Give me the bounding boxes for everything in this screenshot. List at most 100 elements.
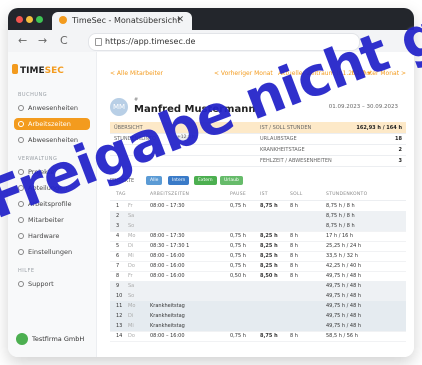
table-cell: 49,75 h / 48 h	[326, 283, 362, 289]
sidebar: TIMESEC BUCHUNG Anwesenheiten Arbeitszei…	[8, 52, 97, 357]
table-cell: 08:00 – 16:00	[150, 333, 185, 339]
table-row[interactable]: 14 Do 08:00 – 16:00 0,75 h 8,75 h 8 h 58,5 h /…	[110, 331, 406, 342]
table-cell: Krankheitstag	[150, 323, 185, 329]
table-cell: 7	[116, 263, 120, 269]
table-cell: Sa	[128, 213, 135, 219]
back-to-employees-link[interactable]: < Alle Mitarbeiter	[110, 70, 163, 77]
sidebar-item-mitarbeiter[interactable]: Mitarbeiter	[14, 214, 90, 226]
table-cell: 49,75 h / 48 h	[326, 303, 362, 309]
table-cell: 0,75 h	[230, 253, 246, 259]
table-cell: 0,75 h	[230, 333, 246, 339]
previous-month-link[interactable]: < Vorheriger Monat	[214, 70, 273, 77]
back-icon[interactable]: ←	[18, 34, 27, 47]
tab-bar: TimeSec - Monatsübersicht ✕	[8, 8, 414, 30]
filter-label: PROJEKTE	[110, 178, 135, 184]
table-cell: Mi	[128, 253, 134, 259]
summary-row: FEHLZEIT / ABWESENHEITEN 3	[110, 155, 406, 167]
main-content: < Alle Mitarbeiter < Vorheriger Monat Ak…	[96, 52, 414, 357]
table-cell: 3	[116, 223, 120, 229]
logo: TIMESEC	[20, 66, 64, 76]
section-label: BUCHUNG	[18, 92, 48, 98]
sidebar-item-arbeitszeiten[interactable]: Arbeitszeiten	[14, 118, 90, 130]
table-cell: 0,50 h	[230, 273, 246, 279]
gear-icon	[18, 249, 24, 255]
table-cell: 8 h	[290, 233, 298, 239]
table-cell: Krankheitstag	[150, 303, 185, 309]
company-name: Testfirma GmbH	[32, 335, 85, 343]
browser-tab[interactable]: TimeSec - Monatsübersicht ✕	[52, 12, 192, 30]
close-window-dot[interactable]	[16, 16, 23, 23]
sidebar-item-abteilungen[interactable]: Abteilungen	[14, 182, 90, 194]
table-cell: 10	[116, 293, 123, 299]
table-cell: So	[128, 293, 135, 299]
table-cell: Fr	[128, 203, 133, 209]
sidebar-item-projekte[interactable]: Projekte	[14, 166, 90, 178]
sidebar-item-anwesenheiten[interactable]: Anwesenheiten	[14, 102, 90, 114]
month-navigation: < Alle Mitarbeiter < Vorheriger Monat Ak…	[96, 70, 414, 80]
sidebar-item-abwesenheiten[interactable]: Abwesenheiten	[14, 134, 90, 146]
table-cell: 8 h	[290, 333, 298, 339]
sidebar-item-arbeitsprofile[interactable]: Arbeitsprofile	[14, 198, 90, 210]
filter-chip[interactable]: Alle	[146, 176, 163, 185]
table-cell: 08:00 – 16:00	[150, 253, 185, 259]
next-month-link[interactable]: Nächster Monat >	[352, 70, 406, 77]
minimize-window-dot[interactable]	[26, 16, 33, 23]
table-cell: 8 h	[290, 243, 298, 249]
table-cell: 5	[116, 243, 120, 249]
address-bar: ← → C https://app.timesec.de	[8, 30, 414, 53]
table-cell: 49,75 h / 48 h	[326, 313, 362, 319]
sidebar-item-support[interactable]: Support	[14, 278, 90, 290]
table-cell: 08:30 – 17:30 1	[150, 243, 190, 249]
table-cell: 42,25 h / 40 h	[326, 263, 362, 269]
summary-panel: ÜBERSICHT IST / SOLL STUNDEN 162,93 h / …	[110, 122, 406, 172]
table-cell: 8,25 h	[260, 253, 278, 259]
filter-chip[interactable]: Intern	[168, 176, 190, 185]
table-cell: 33,5 h / 32 h	[326, 253, 358, 259]
sidebar-item-einstellungen[interactable]: Einstellungen	[14, 246, 90, 258]
absence-icon	[18, 137, 24, 143]
device-icon	[18, 233, 24, 239]
help-icon	[18, 281, 24, 287]
calendar-icon	[18, 105, 24, 111]
table-cell: 8,75 h / 8 h	[326, 203, 355, 209]
table-cell: 13	[116, 323, 123, 329]
table-cell: 49,75 h / 48 h	[326, 293, 362, 299]
table-cell: Mo	[128, 233, 136, 239]
table-cell: 8,75 h / 8 h	[326, 213, 355, 219]
reload-icon[interactable]: C	[60, 34, 68, 47]
folder-icon	[18, 169, 24, 175]
group-icon	[18, 185, 24, 191]
section-label: VERWALTUNG	[18, 156, 58, 162]
table-cell: Fr	[128, 273, 133, 279]
filter-chip[interactable]: Urlaub	[220, 176, 243, 185]
filter-chip[interactable]: Extern	[194, 176, 217, 185]
company-switcher[interactable]: Testfirma GmbH	[14, 331, 90, 347]
table-cell: 08:00 – 16:00	[150, 263, 185, 269]
table-cell: Do	[128, 263, 135, 269]
table-cell: 4	[116, 233, 120, 239]
tab-close-icon[interactable]: ✕	[176, 15, 184, 25]
maximize-window-dot[interactable]	[36, 16, 43, 23]
table-cell: 8 h	[290, 203, 298, 209]
table-cell: Di	[128, 313, 134, 319]
lock-icon	[95, 38, 102, 46]
table-cell: 0,75 h	[230, 263, 246, 269]
table-cell: 8,75 h / 8 h	[326, 223, 355, 229]
table-cell: 08:00 – 17:30	[150, 233, 185, 239]
table-cell: 1	[116, 203, 120, 209]
app: TIMESEC BUCHUNG Anwesenheiten Arbeitszei…	[8, 52, 414, 357]
project-filter: PROJEKTE Alle Intern Extern Urlaub	[110, 176, 406, 186]
url-input[interactable]: https://app.timesec.de	[88, 33, 360, 51]
table-cell: Krankheitstag	[150, 313, 185, 319]
table-cell: So	[128, 223, 135, 229]
hours-balance-badge: +12,8 h	[174, 135, 199, 140]
employee-prefix: #	[134, 97, 139, 103]
table-cell: 8,75 h	[260, 203, 278, 209]
sidebar-item-hardware[interactable]: Hardware	[14, 230, 90, 242]
table-cell: Sa	[128, 283, 135, 289]
page: TimeSec - Monatsübersicht ✕ ← → C https:…	[0, 0, 422, 365]
date-range: 01.09.2023 – 30.09.2023	[328, 104, 398, 110]
employee-name: Manfred Mustermann	[134, 104, 256, 115]
forward-icon[interactable]: →	[38, 34, 47, 47]
avatar: MM	[110, 98, 128, 116]
